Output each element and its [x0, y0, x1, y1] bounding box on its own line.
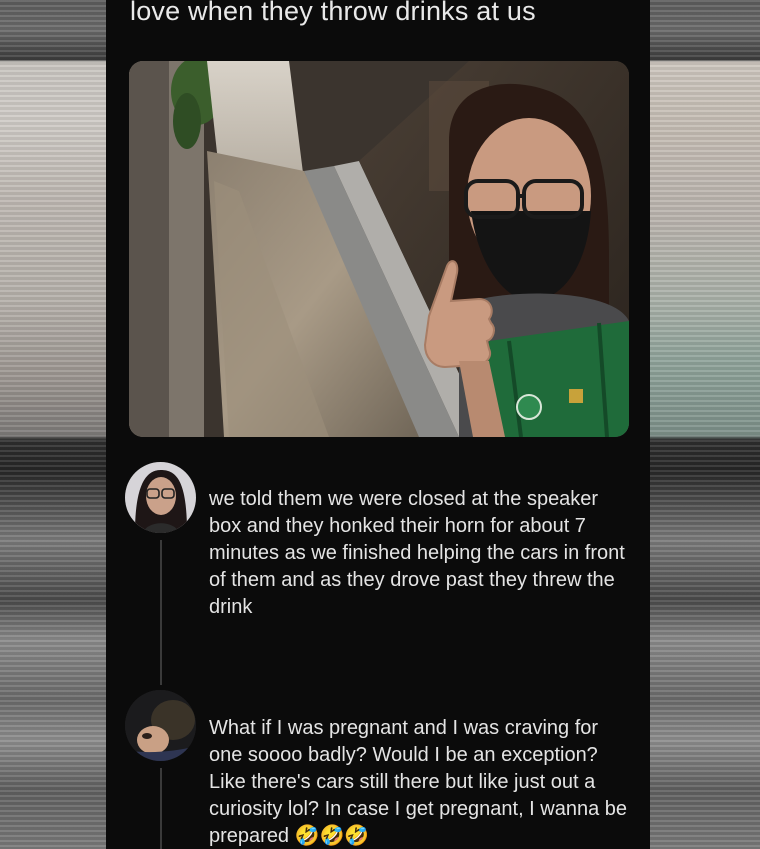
thread-line	[160, 540, 162, 685]
user-avatar-icon	[125, 462, 196, 533]
reply-text-body: What if I was pregnant and I was craving…	[209, 717, 628, 847]
blurred-backdrop-left	[0, 0, 106, 849]
reply-text: What if I was pregnant and I was craving…	[209, 715, 629, 849]
laughing-emoji-group: 🤣🤣🤣	[294, 825, 370, 848]
user-avatar[interactable]	[125, 690, 196, 761]
reply-text: we told them we were closed at the speak…	[209, 488, 625, 618]
post-panel: love when they throw drinks at us we tol…	[106, 0, 650, 849]
thread-line	[160, 768, 162, 849]
user-avatar-icon	[125, 690, 196, 761]
post-photo[interactable]	[129, 61, 629, 437]
selfie-photo-illustration	[129, 61, 629, 437]
post-caption: love when they throw drinks at us	[130, 0, 536, 26]
user-avatar[interactable]	[125, 462, 196, 533]
blurred-backdrop-right	[650, 0, 760, 849]
